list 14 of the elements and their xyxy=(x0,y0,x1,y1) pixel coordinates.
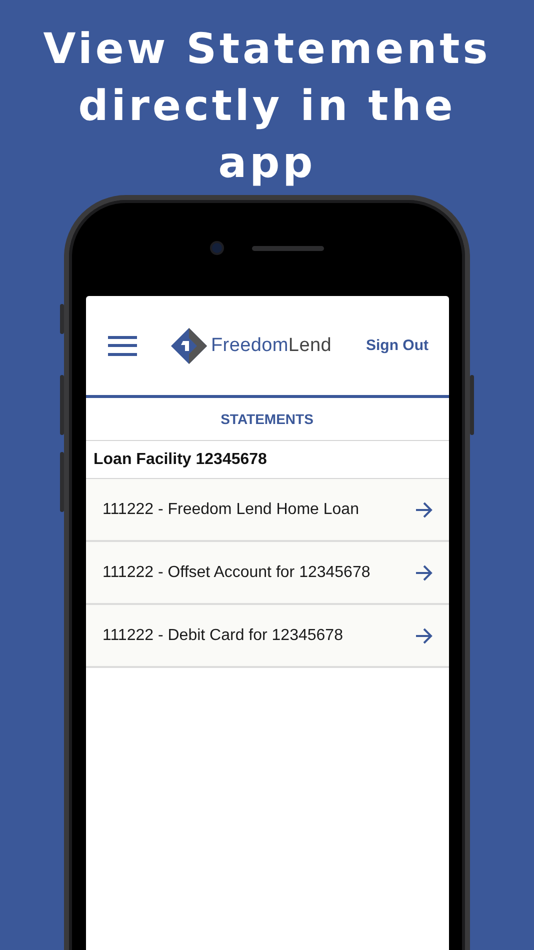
headline: View Statements directly in the app xyxy=(42,23,492,189)
brand-name: FreedomLend xyxy=(210,334,332,356)
statement-item[interactable]: 111222 - Offset Account for 12345678 xyxy=(86,542,448,605)
statement-item[interactable]: 111222 - Debit Card for 12345678 xyxy=(86,605,448,668)
diamond-logo-icon xyxy=(170,328,207,364)
section-title: STATEMENTS xyxy=(86,398,448,441)
speaker-icon xyxy=(252,246,324,250)
camera-icon xyxy=(210,241,224,255)
statement-item[interactable]: 111222 - Freedom Lend Home Loan xyxy=(86,479,448,542)
arrow-right-icon xyxy=(414,628,432,644)
arrow-right-icon xyxy=(414,564,432,580)
arrow-right-icon xyxy=(414,502,432,518)
sign-out-link[interactable]: Sign Out xyxy=(366,337,428,354)
menu-button[interactable] xyxy=(108,336,136,356)
